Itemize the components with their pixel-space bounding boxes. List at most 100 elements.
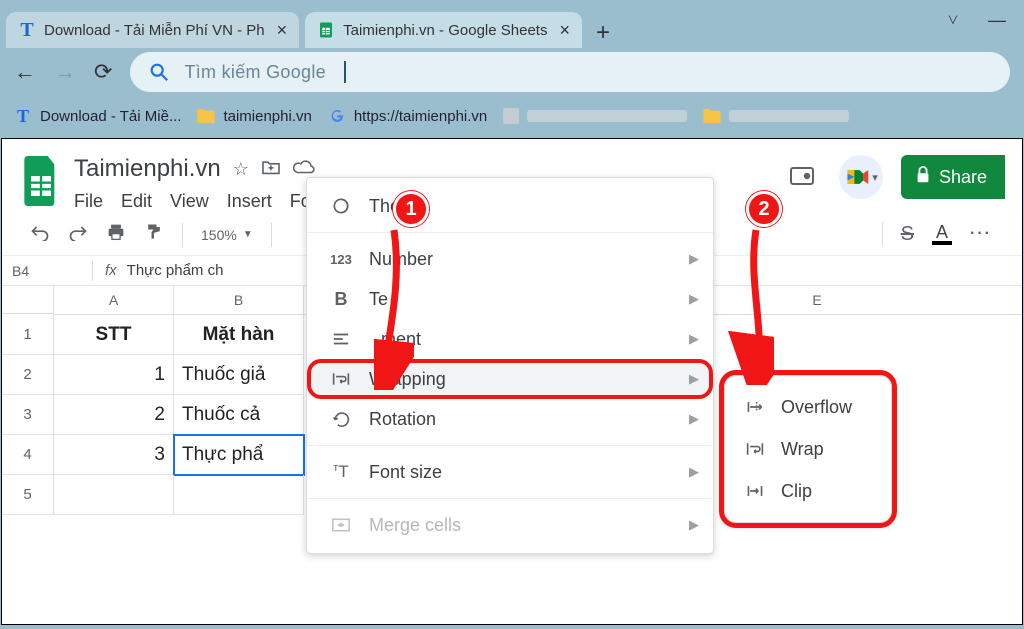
cell[interactable]: 1 bbox=[54, 355, 174, 395]
bookmark-link[interactable] bbox=[503, 108, 687, 124]
close-icon[interactable]: × bbox=[559, 20, 570, 41]
fx-icon: fx bbox=[105, 262, 117, 279]
share-label: Share bbox=[939, 167, 987, 188]
rotation-icon bbox=[329, 410, 353, 428]
submenu-arrow-icon: ▶ bbox=[689, 371, 699, 387]
submenu-item-clip[interactable]: Clip bbox=[725, 470, 891, 512]
separator bbox=[92, 261, 93, 281]
meet-button[interactable]: ▾ bbox=[839, 155, 883, 199]
clip-icon bbox=[743, 484, 767, 498]
bookmark-link[interactable] bbox=[703, 107, 849, 125]
menu-item-alignment[interactable]: Ament ▶ bbox=[307, 319, 713, 359]
overflow-icon bbox=[743, 400, 767, 414]
cell[interactable]: 3 bbox=[54, 435, 174, 475]
menu-item-label: Overflow bbox=[781, 397, 852, 418]
bookmark-label: https://taimienphi.vn bbox=[354, 108, 487, 125]
menu-item-label: Wrap bbox=[781, 439, 824, 460]
menu-item-label: Ament bbox=[369, 329, 421, 350]
redo-icon[interactable] bbox=[68, 223, 88, 246]
share-button[interactable]: Share bbox=[901, 155, 1005, 199]
undo-icon[interactable] bbox=[30, 223, 50, 246]
search-placeholder: Tìm kiếm Google bbox=[184, 62, 326, 83]
format-dropdown-menu: Theme 123 Number ▶ B Te ▶ Ament ▶ Wrappi… bbox=[306, 177, 714, 554]
number-icon: 123 bbox=[329, 252, 353, 267]
menu-edit[interactable]: Edit bbox=[121, 191, 152, 212]
submenu-item-overflow[interactable]: Overflow bbox=[725, 386, 891, 428]
row-header[interactable]: 4 bbox=[2, 435, 54, 475]
select-all-cell[interactable] bbox=[2, 286, 54, 314]
menu-item-number[interactable]: 123 Number ▶ bbox=[307, 239, 713, 279]
bookmark-link[interactable]: T Download - Tải Miề... bbox=[14, 107, 181, 125]
menu-view[interactable]: View bbox=[170, 191, 209, 212]
paint-format-icon[interactable] bbox=[144, 222, 164, 247]
formula-input[interactable]: Thực phẩm ch bbox=[127, 262, 224, 279]
menu-item-label: Wrapping bbox=[369, 369, 446, 390]
tab-title: Taimienphi.vn - Google Sheets bbox=[343, 22, 547, 39]
column-header[interactable]: B bbox=[174, 286, 304, 314]
sheets-logo[interactable] bbox=[20, 155, 62, 207]
menu-item-rotation[interactable]: Rotation ▶ bbox=[307, 399, 713, 439]
merge-icon bbox=[329, 518, 353, 532]
nav-forward-icon: → bbox=[54, 59, 76, 85]
more-toolbar-icon[interactable]: ··· bbox=[970, 225, 992, 243]
page-icon bbox=[503, 108, 519, 124]
row-header[interactable]: 5 bbox=[2, 475, 54, 515]
submenu-arrow-icon: ▶ bbox=[689, 291, 699, 307]
menu-insert[interactable]: Insert bbox=[227, 191, 272, 212]
menu-item-fontsize[interactable]: тT Font size ▶ bbox=[307, 452, 713, 492]
browser-tab[interactable]: T Download - Tải Miễn Phí VN - Ph × bbox=[6, 12, 299, 48]
submenu-arrow-icon: ▶ bbox=[689, 331, 699, 347]
close-icon[interactable]: × bbox=[277, 20, 288, 41]
separator bbox=[182, 223, 183, 247]
row-header[interactable]: 1 bbox=[2, 315, 54, 355]
nav-reload-icon[interactable]: ⟳ bbox=[94, 59, 112, 85]
row-header[interactable]: 3 bbox=[2, 395, 54, 435]
folder-icon bbox=[197, 107, 215, 125]
tab-favicon-t: T bbox=[18, 21, 36, 39]
menu-item-text[interactable]: B Te ▶ bbox=[307, 279, 713, 319]
browser-tab[interactable]: Taimienphi.vn - Google Sheets × bbox=[305, 12, 582, 48]
activity-icon[interactable] bbox=[783, 158, 821, 196]
move-folder-icon[interactable] bbox=[261, 159, 281, 180]
sheets-favicon bbox=[317, 21, 335, 39]
name-box[interactable]: B4 bbox=[2, 263, 80, 279]
cell[interactable]: Mặt hàn bbox=[174, 315, 304, 355]
wrap-icon bbox=[329, 371, 353, 387]
address-bar[interactable]: Tìm kiếm Google bbox=[130, 52, 1010, 92]
menu-item-wrapping[interactable]: Wrapping ▶ bbox=[307, 359, 713, 399]
window-minimize-icon[interactable]: — bbox=[988, 10, 1006, 31]
strikethrough-icon[interactable]: S bbox=[901, 223, 914, 246]
star-icon[interactable]: ☆ bbox=[233, 159, 249, 180]
print-icon[interactable] bbox=[106, 223, 126, 246]
divider bbox=[307, 232, 713, 233]
cell[interactable] bbox=[54, 475, 174, 515]
nav-back-icon[interactable]: ← bbox=[14, 59, 36, 85]
submenu-item-wrap[interactable]: Wrap bbox=[725, 428, 891, 470]
fontsize-icon: тT bbox=[329, 462, 353, 482]
cell[interactable]: STT bbox=[54, 315, 174, 355]
separator bbox=[271, 223, 272, 247]
menu-item-label: Rotation bbox=[369, 409, 436, 430]
column-header[interactable]: A bbox=[54, 286, 174, 314]
bookmark-label bbox=[729, 110, 849, 122]
doc-title[interactable]: Taimienphi.vn bbox=[74, 155, 221, 183]
menu-item-theme[interactable]: Theme bbox=[307, 186, 713, 226]
window-minimize-icon[interactable]: ˅ bbox=[948, 10, 958, 31]
cell[interactable]: Thuốc giả bbox=[174, 355, 304, 395]
row-header[interactable]: 2 bbox=[2, 355, 54, 395]
cell[interactable] bbox=[174, 475, 304, 515]
text-color-icon[interactable]: A bbox=[932, 223, 952, 245]
bookmark-link[interactable]: https://taimienphi.vn bbox=[328, 107, 487, 125]
zoom-selector[interactable]: 150% ▼ bbox=[201, 227, 253, 243]
bold-icon: B bbox=[329, 289, 353, 310]
column-header[interactable]: E bbox=[712, 286, 922, 314]
bookmark-folder[interactable]: taimienphi.vn bbox=[197, 107, 311, 125]
new-tab-button[interactable]: + bbox=[588, 18, 618, 48]
separator bbox=[882, 222, 883, 246]
cell[interactable]: 2 bbox=[54, 395, 174, 435]
menu-file[interactable]: File bbox=[74, 191, 103, 212]
menu-item-label: Clip bbox=[781, 481, 812, 502]
callout-badge-1: 1 bbox=[393, 191, 429, 227]
cell[interactable]: Thuốc cả bbox=[174, 395, 304, 435]
cell[interactable]: Thực phẩ bbox=[174, 435, 304, 475]
